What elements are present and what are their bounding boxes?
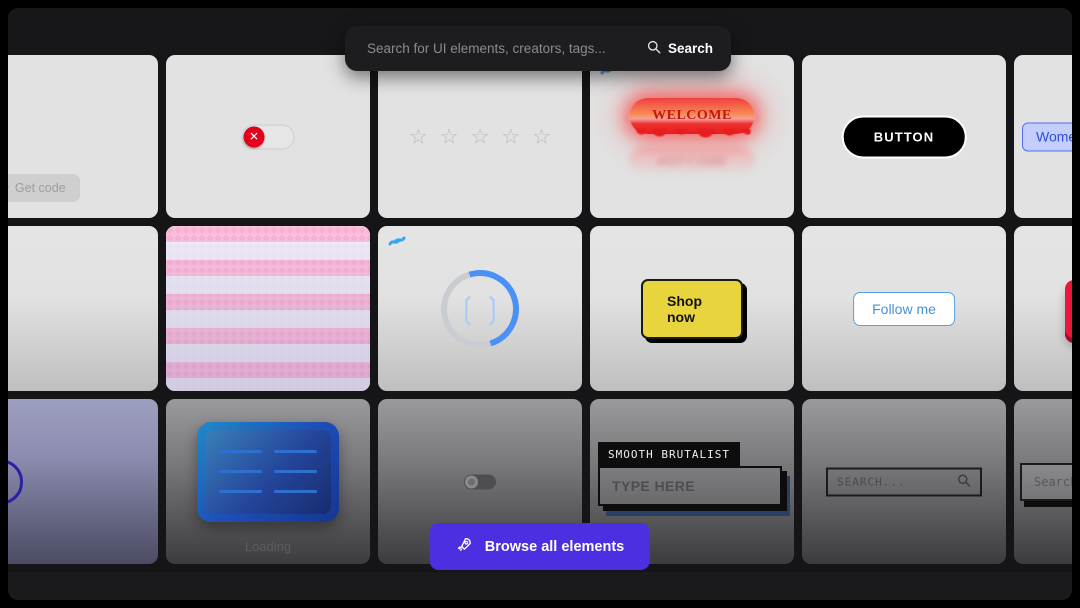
star-icon[interactable]: ☆ [532,124,551,149]
search-icon[interactable] [957,473,971,490]
toggle-switch[interactable] [464,474,496,489]
blank-gradient-card[interactable] [8,226,158,391]
welcome-button-label: WELCOME [652,107,732,123]
toggle-knob [465,475,478,488]
skeleton-line [274,489,317,493]
welcome-button[interactable]: WELCOME [629,97,755,143]
browse-all-elements-label: Browse all elements [484,538,625,555]
toggle-switch[interactable]: ✕ [241,124,295,149]
search-input-card[interactable]: SEARCH... [802,399,1006,564]
close-toggle-card[interactable]: ✕ [166,55,370,218]
skeleton-line [219,470,262,474]
skeleton-line [219,450,262,454]
get-code-label: Get code [14,181,66,195]
loading-skeleton-card[interactable]: Loading [166,399,370,564]
loading-label: Loading [244,539,292,554]
follow-me-card[interactable]: Follow me [802,226,1006,391]
black-pill-button[interactable]: BUTTON [841,115,967,158]
click-me-button[interactable]: Click me [1065,279,1072,338]
browse-all-elements-button[interactable]: Browse all elements [429,523,651,570]
skeleton-line [274,470,317,474]
code-icon: </> [8,182,9,194]
star-icon[interactable]: ☆ [471,124,490,149]
star-rating[interactable]: ☆ ☆ ☆ ☆ ☆ [378,124,582,149]
brutalist-input[interactable]: TYPE HERE [598,466,782,506]
element-gallery: Save </> Get code ✕ ☆ ☆ ☆ ☆ ☆ [8,55,1072,572]
brutalist-label: SMOOTH BRUTALIST [598,442,740,467]
skeleton-card [197,421,339,522]
pink-zigzag-pattern-card[interactable] [166,226,370,391]
shop-now-card[interactable]: Shop now [590,226,794,391]
gender-segmented-card[interactable]: Women Men [1014,55,1072,218]
search-input[interactable]: SEARCH... [826,467,982,496]
search-internet-input[interactable]: Search the inte [1020,462,1072,501]
segmented-control[interactable]: Women Men [1022,122,1072,151]
app-frame: Save </> Get code ✕ ☆ ☆ ☆ ☆ ☆ [8,8,1072,600]
follow-me-button[interactable]: Follow me [853,291,955,326]
spinner-glyph: ❲❳ [454,291,506,326]
zigzag-shade [166,226,370,391]
skeleton-lines [205,429,331,514]
loading-spinner-card[interactable]: ❲❳ [378,226,582,391]
drip-decoration [633,128,751,143]
save-get-code-card[interactable]: Save </> Get code [8,55,158,218]
footer-overlay [8,572,1072,600]
search-button[interactable]: Search [647,40,713,57]
skeleton-line [219,489,262,493]
gallery-row: ❲❳ Shop now Follow me Click me [8,226,1072,391]
welcome-reflection: WELCOME [629,145,755,176]
welcome-neon-card[interactable]: WELCOME WELCOME [590,55,794,218]
star-icon[interactable]: ☆ [409,124,428,149]
global-search-bar[interactable]: Search for UI elements, creators, tags..… [345,26,731,71]
black-button-card[interactable]: BUTTON [802,55,1006,218]
skeleton-line [274,450,317,454]
segment-women[interactable]: Women [1022,122,1072,151]
search-icon [647,40,661,57]
rocket-icon [456,536,473,557]
welcome-button-wrap: WELCOME WELCOME [629,97,755,176]
close-icon: ✕ [243,126,265,147]
star-icon[interactable]: ☆ [501,124,520,149]
enter-button-card[interactable]: inter [8,399,158,564]
click-me-card[interactable]: Click me [1014,226,1072,391]
star-rating-card[interactable]: ☆ ☆ ☆ ☆ ☆ [378,55,582,218]
enter-button[interactable]: inter [8,459,23,504]
search-placeholder: SEARCH... [837,475,906,488]
wave-logo-icon [388,235,408,249]
get-code-button[interactable]: </> Get code [8,174,80,202]
search-placeholder[interactable]: Search for UI elements, creators, tags..… [367,41,647,56]
star-icon[interactable]: ☆ [440,124,459,149]
gallery-row: Save </> Get code ✕ ☆ ☆ ☆ ☆ ☆ [8,55,1072,218]
search-button-label: Search [667,41,713,56]
shop-now-button[interactable]: Shop now [641,278,743,339]
welcome-reflection-label: WELCOME [656,153,728,169]
search-internet-card[interactable]: Search the inte [1014,399,1072,564]
